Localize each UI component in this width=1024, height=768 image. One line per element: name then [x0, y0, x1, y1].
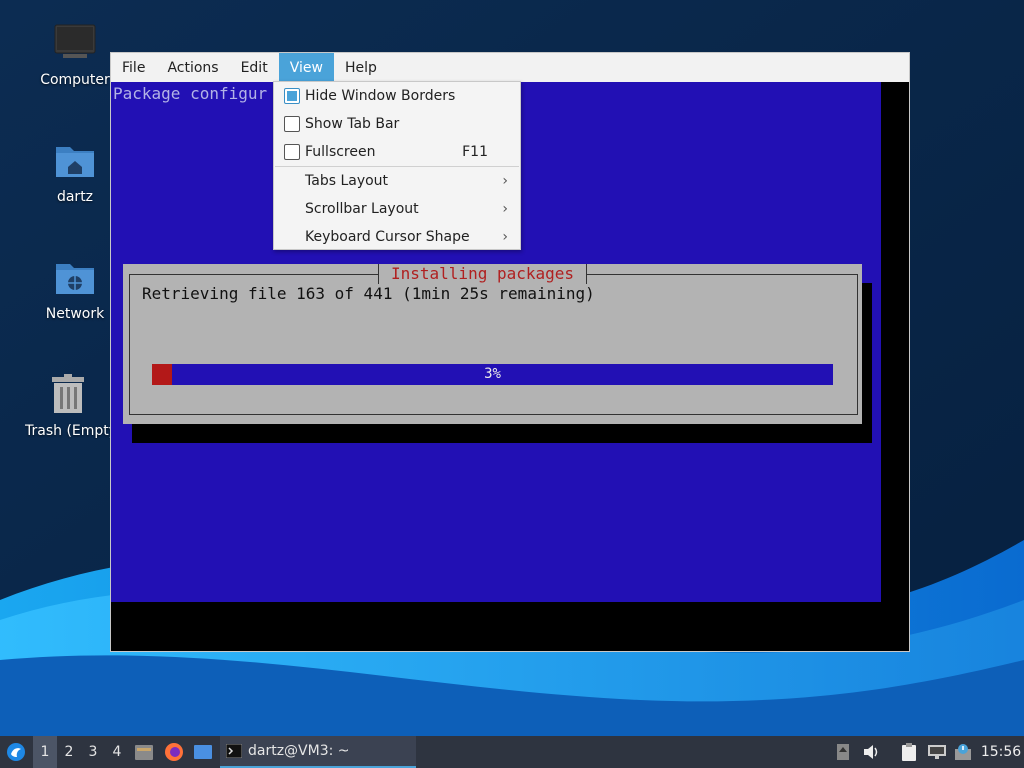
menu-edit[interactable]: Edit [230, 53, 279, 82]
menubar: File Actions Edit View Help [111, 53, 909, 82]
computer-icon [53, 22, 97, 66]
menu-file[interactable]: File [111, 53, 156, 82]
app-menu-icon [7, 743, 25, 761]
dialog-title: Installing packages [378, 264, 588, 284]
update-icon [837, 744, 849, 760]
network-folder-icon [53, 256, 97, 300]
network-icon [928, 745, 946, 759]
tray-volume[interactable] [862, 736, 882, 768]
chevron-right-icon: › [502, 173, 508, 189]
volume-icon [864, 745, 878, 759]
tray-network[interactable] [926, 736, 948, 768]
firefox-icon [165, 743, 183, 761]
menuitem-label: Scrollbar Layout [305, 201, 419, 217]
workspace-4[interactable]: 4 [105, 736, 129, 768]
tray-updates[interactable] [834, 736, 852, 768]
desktop-icon-trash[interactable]: Trash (Empty) [25, 373, 111, 439]
start-menu-button[interactable] [2, 736, 30, 768]
taskbar: 1 2 3 4 dartz@VM3: ~ 15:56 [0, 736, 1024, 768]
menuitem-shortcut: F11 [462, 144, 488, 160]
checkbox-checked[interactable] [284, 88, 300, 104]
tray-notifications[interactable] [952, 736, 974, 768]
file-manager-launcher[interactable] [132, 736, 156, 768]
terminal-header-text: Package configur [113, 84, 268, 103]
checkbox-unchecked[interactable] [284, 144, 300, 160]
checkbox-unchecked[interactable] [284, 116, 300, 132]
file-manager-icon [135, 745, 153, 760]
task-label: dartz@VM3: ~ [248, 743, 350, 759]
menuitem-label: Show Tab Bar [305, 116, 400, 132]
firefox-launcher[interactable] [162, 736, 186, 768]
progress-dialog: Installing packages Retrieving file 163 … [123, 264, 862, 424]
dialog-message: Retrieving file 163 of 441 (1min 25s rem… [142, 284, 595, 303]
desktop-icon [194, 745, 212, 759]
workspace-2[interactable]: 2 [57, 736, 81, 768]
menuitem-fullscreen[interactable]: Fullscreen F11 [274, 138, 520, 166]
menuitem-show-tab-bar[interactable]: Show Tab Bar [274, 110, 520, 138]
menuitem-label: Tabs Layout [305, 173, 389, 189]
view-menu-dropdown: Hide Window Borders Show Tab Bar Fullscr… [273, 81, 521, 250]
menuitem-label: Fullscreen [305, 144, 376, 160]
menuitem-keyboard-cursor-shape[interactable]: Keyboard Cursor Shape › [274, 223, 520, 251]
menu-actions[interactable]: Actions [156, 53, 229, 82]
progress-bar: 3% [152, 364, 833, 385]
menuitem-scrollbar-layout[interactable]: Scrollbar Layout › [274, 195, 520, 223]
notification-icon [955, 744, 971, 760]
workspace-3[interactable]: 3 [81, 736, 105, 768]
menuitem-hide-window-borders[interactable]: Hide Window Borders [274, 82, 520, 110]
trash-icon [46, 373, 90, 417]
taskbar-terminal-task[interactable]: dartz@VM3: ~ [220, 736, 416, 768]
home-folder-icon [53, 139, 97, 183]
menuitem-label: Hide Window Borders [305, 88, 456, 104]
workspace-1[interactable]: 1 [33, 736, 57, 768]
desktop-icon-label: Trash (Empty) [25, 423, 111, 439]
menu-help[interactable]: Help [334, 53, 388, 82]
terminal-icon [226, 744, 242, 758]
menu-view[interactable]: View [278, 53, 334, 82]
progress-label: 3% [484, 366, 501, 382]
menuitem-label: Keyboard Cursor Shape [305, 229, 470, 245]
chevron-right-icon: › [502, 201, 508, 217]
chevron-right-icon: › [502, 229, 508, 245]
clipboard-icon [902, 743, 916, 761]
menuitem-tabs-layout[interactable]: Tabs Layout › [274, 167, 520, 195]
show-desktop-button[interactable] [191, 736, 215, 768]
tray-clipboard[interactable] [898, 736, 920, 768]
clock[interactable]: 15:56 [978, 736, 1024, 768]
